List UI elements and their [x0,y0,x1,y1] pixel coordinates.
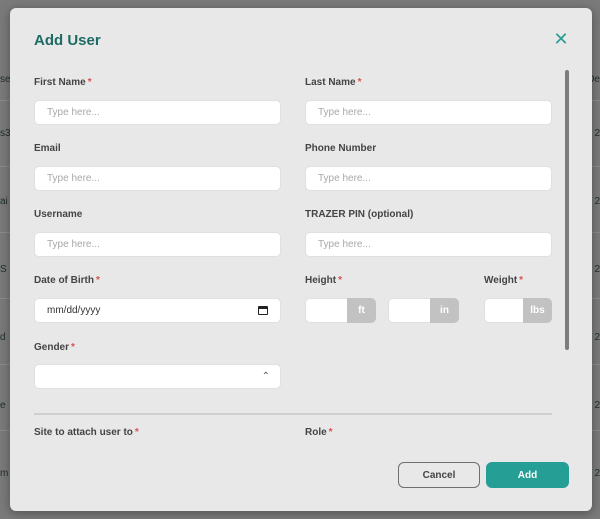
scrollbar-thumb[interactable] [565,70,569,350]
modal-title: Add User [34,32,101,49]
last-name-input[interactable] [305,100,552,125]
date-of-birth-input[interactable]: mm/dd/yyyy [34,298,281,323]
username-label: Username [34,209,83,220]
role-label: Role * [305,427,333,438]
bg-cell-fragment: ai [0,196,8,207]
date-of-birth-label: Date of Birth * [34,275,100,286]
first-name-label: First Name * [34,77,92,88]
email-label: Email [34,143,61,154]
bg-cell-fragment: 2 [594,400,600,411]
weight-input[interactable] [484,298,523,323]
cancel-button[interactable]: Cancel [398,462,480,488]
phone-number-label: Phone Number [305,143,377,154]
height-inches-input-group: in [388,298,459,323]
trazer-pin-input[interactable] [305,232,552,257]
height-feet-input[interactable] [305,298,347,323]
trazer-pin-label: TRAZER PIN (optional) [305,209,414,220]
gender-select[interactable]: ⌃ [34,364,281,389]
weight-input-group: lbs [484,298,552,323]
chevron-up-icon: ⌃ [261,371,270,382]
inches-unit-label: in [430,298,459,323]
calendar-icon[interactable] [258,306,268,315]
phone-number-input[interactable] [305,166,552,191]
site-label: Site to attach user to * [34,427,139,438]
weight-label: Weight * [484,275,524,286]
bg-table-header-fragment: se [0,74,11,85]
bg-cell-fragment: m [0,468,9,479]
section-divider [34,413,552,415]
first-name-input[interactable] [34,100,281,125]
bg-cell-fragment: 2 [594,196,600,207]
add-user-modal: Add User ✕ First Name* Last Name* Email … [10,8,592,511]
scrollbar[interactable] [565,70,569,350]
gender-label: Gender * [34,342,75,353]
bg-cell-fragment: 2 [594,332,600,343]
bg-cell-fragment: S [0,264,7,275]
email-input[interactable] [34,166,281,191]
bg-cell-fragment: e [0,400,6,411]
bg-cell-fragment: s3 [0,128,11,139]
add-button[interactable]: Add [486,462,569,488]
bg-cell-fragment: 2 [594,128,600,139]
bg-cell-fragment: 2 [594,264,600,275]
close-icon[interactable]: ✕ [552,30,570,48]
bg-cell-fragment: 2 [594,468,600,479]
bg-cell-fragment: d [0,332,6,343]
form-scroll-area[interactable]: First Name* Last Name* Email Phone Numbe… [10,68,570,448]
height-inches-input[interactable] [388,298,430,323]
height-label: Height * [305,275,343,286]
username-input[interactable] [34,232,281,257]
height-feet-input-group: ft [305,298,376,323]
date-placeholder: mm/dd/yyyy [47,305,101,316]
last-name-label: Last Name * [305,77,362,88]
feet-unit-label: ft [347,298,376,323]
lbs-unit-label: lbs [523,298,552,323]
